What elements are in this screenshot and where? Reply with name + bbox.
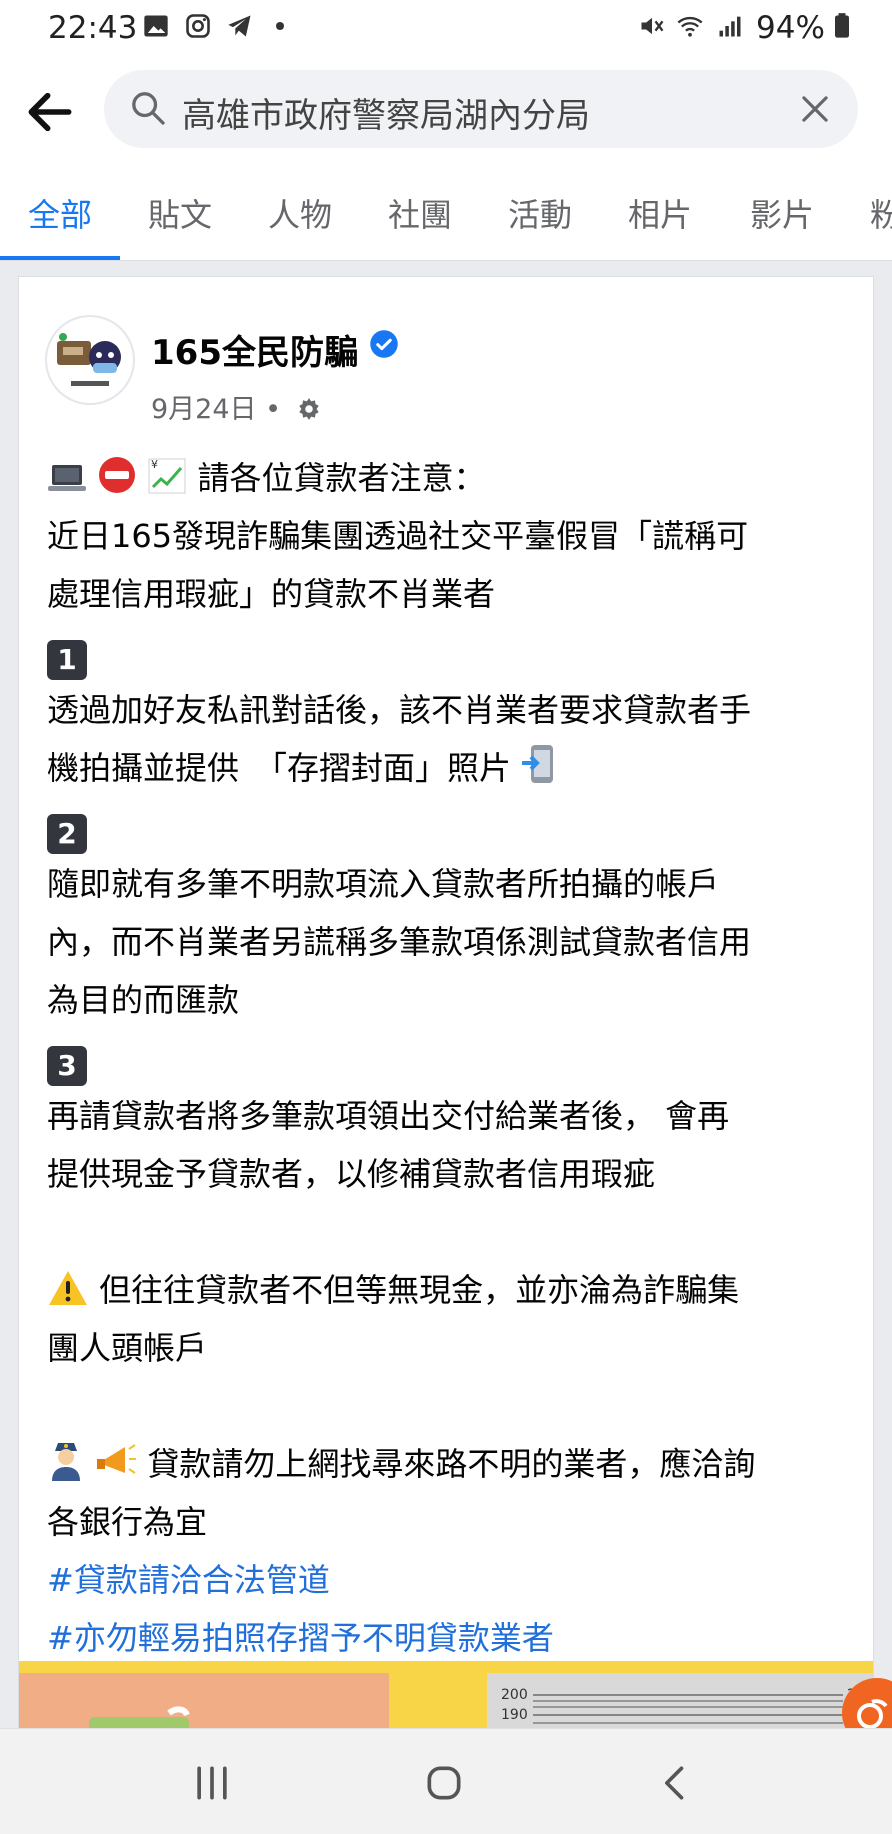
search-query: 高雄市政府警察局湖內分局 (182, 96, 590, 136)
keycap-one-icon: 1 (47, 640, 87, 680)
post-line: 貸款請勿上網找尋來路不明的業者，應洽詢 (47, 1435, 857, 1493)
post-line: 2 (47, 797, 857, 855)
notification-dot-icon (276, 22, 284, 30)
post-line: 透過加好友私訊對話後，該不肖業者要求貸款者手 (47, 691, 752, 729)
instagram-icon (186, 14, 210, 38)
gear-icon (298, 398, 319, 420)
post-spacer (47, 1377, 857, 1435)
system-navigation-bar (0, 1728, 892, 1834)
tab-groups[interactable]: 社團 (388, 190, 452, 236)
keycap-three-icon: 3 (47, 1046, 87, 1086)
keycap-two-icon: 2 (47, 814, 87, 854)
clear-search-icon[interactable] (796, 90, 834, 128)
page-avatar[interactable] (45, 315, 135, 405)
back-nav-icon[interactable] (654, 1761, 698, 1805)
back-arrow-icon[interactable] (22, 84, 78, 140)
post-line: 但往往貸款者不但等無現金，並亦淪為詐騙集 (47, 1261, 857, 1319)
tab-videos[interactable]: 影片 (750, 190, 814, 236)
police-officer-icon (52, 1443, 80, 1481)
post-meta: 9月24日 • (151, 387, 322, 426)
search-filter-tabs: 全部 貼文 人物 社團 活動 相片 影片 粉 (0, 160, 892, 261)
post-image[interactable]: 200 190 20 (19, 1661, 873, 1737)
post-line: ¥ 請各位貸款者注意： (47, 449, 857, 507)
chart-yen-icon: ¥ (148, 458, 186, 494)
status-time: 22:43 (48, 10, 138, 46)
verified-badge-icon (370, 330, 398, 358)
meta-separator: • (265, 394, 282, 425)
wifi-icon (677, 16, 703, 37)
no-entry-icon (99, 457, 136, 493)
post-line: 提供現金予貸款者，以修補貸款者信用瑕疵 (47, 1155, 656, 1193)
avatar-logo-icon (57, 333, 121, 386)
active-tab-indicator (0, 256, 120, 260)
post-line: 團人頭帳戶 (47, 1329, 208, 1367)
post-line: 隨即就有多筆不明款項流入貸款者所拍攝的帳戶 (47, 865, 720, 903)
home-icon[interactable] (422, 1761, 466, 1805)
post-line: 1 (47, 623, 857, 681)
warning-icon (49, 1271, 87, 1305)
post-card: 165全民防騙 9月24日 • ¥ 請各位貸款者注意： 近日165發現詐騙集團透… (18, 276, 874, 1738)
tab-pages[interactable]: 粉 (870, 190, 892, 236)
battery-percent: 94% (756, 10, 825, 46)
post-line: 機拍攝並提供 「存摺封面」照片 (47, 739, 857, 797)
post-date[interactable]: 9月24日 (151, 394, 257, 425)
gallery-icon (144, 15, 168, 37)
tab-all[interactable]: 全部 (28, 190, 92, 236)
post-line: 為目的而匯款 (47, 981, 240, 1019)
recent-apps-icon[interactable] (190, 1761, 234, 1805)
post-line: 3 (47, 1029, 857, 1087)
post-body: ¥ 請各位貸款者注意： 近日165發現詐騙集團透過社交平臺假冒「謊稱可 處理信用… (47, 449, 857, 1667)
post-text-line1: 請各位貸款者注意： (197, 459, 486, 497)
laptop-icon (48, 465, 86, 491)
tab-events[interactable]: 活動 (508, 190, 572, 236)
search-input[interactable]: 高雄市政府警察局湖內分局 (104, 70, 858, 148)
phone-arrow-icon (522, 745, 554, 783)
page-name[interactable]: 165全民防騙 (151, 325, 358, 374)
megaphone-icon (97, 1444, 137, 1474)
battery-icon (835, 13, 849, 38)
status-bar: 22:43 94% (0, 0, 892, 58)
tab-people[interactable]: 人物 (268, 190, 332, 236)
telegram-icon (228, 15, 251, 37)
hashtag-link[interactable]: #貸款請洽合法管道 (47, 1551, 857, 1609)
post-line: 再請貸款者將多筆款項領出交付給業者後， 會再 (47, 1097, 730, 1135)
post-text-line5: 機拍攝並提供 「存摺封面」照片 (47, 749, 512, 787)
tab-posts[interactable]: 貼文 (148, 190, 212, 236)
post-text-line13: 貸款請勿上網找尋來路不明的業者，應洽詢 (147, 1445, 756, 1483)
tab-photos[interactable]: 相片 (628, 190, 692, 236)
hashtag-link[interactable]: #亦勿輕易拍照存摺予不明貸款業者 (47, 1609, 857, 1667)
mute-icon (641, 17, 664, 35)
post-text-line11: 但往往貸款者不但等無現金，並亦淪為詐騙集 (99, 1271, 740, 1309)
post-line: 近日165發現詐騙集團透過社交平臺假冒「謊稱可 (47, 517, 749, 555)
post-line: 處理信用瑕疵」的貸款不肖業者 (47, 575, 496, 613)
search-icon (132, 92, 165, 125)
svg-text:¥: ¥ (151, 458, 158, 471)
post-line: 各銀行為宜 (47, 1503, 208, 1541)
post-spacer (47, 1203, 857, 1261)
post-line: 內，而不肖業者另謊稱多筆款項係測試貸款者信用 (47, 923, 752, 961)
search-header: 高雄市政府警察局湖內分局 (0, 58, 892, 160)
signal-icon (719, 16, 741, 37)
